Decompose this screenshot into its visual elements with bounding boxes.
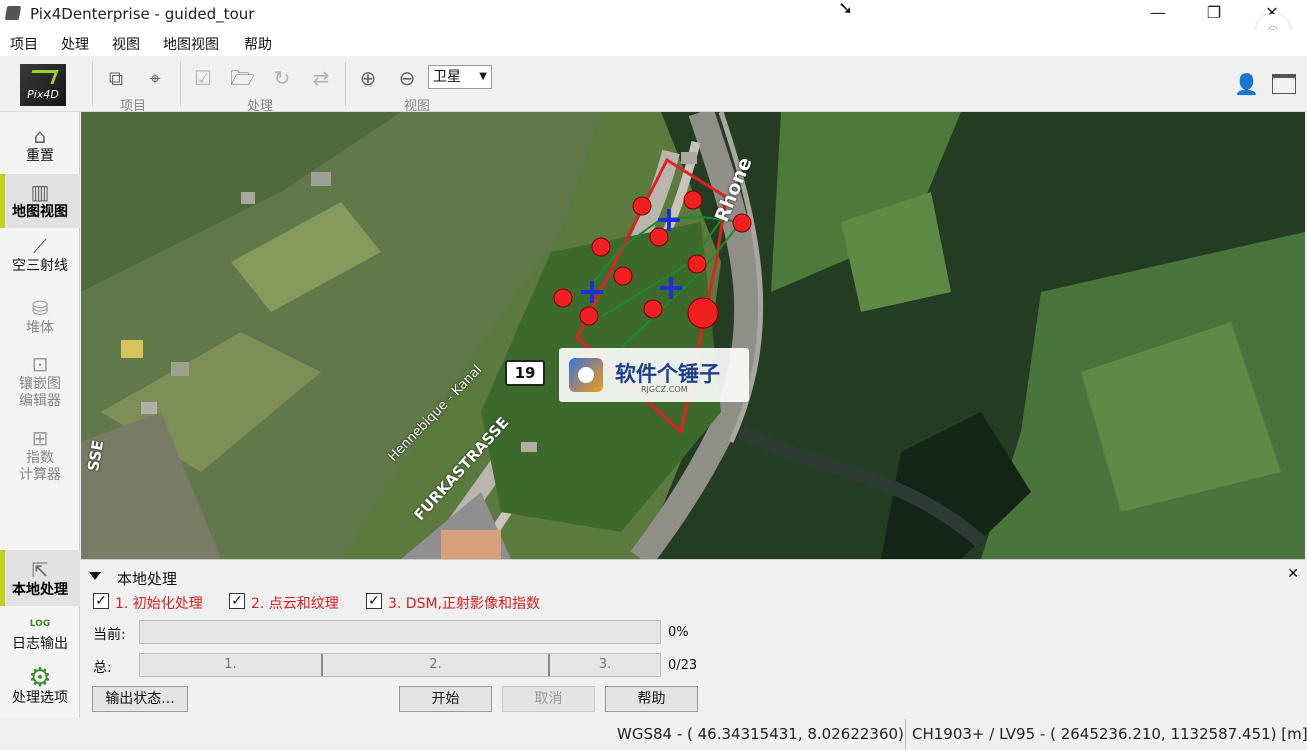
menu-bar: 项目 处理 视图 地图视图 帮助 (0, 30, 1307, 56)
restore-button[interactable]: ❐ (1194, 3, 1234, 22)
sidebar-item-label: 指数 (26, 450, 54, 466)
maximize-panel-icon[interactable] (1272, 74, 1296, 94)
sidebar-item-label: 镶嵌图 (19, 376, 61, 392)
index-calculator-icon: ⊞ (31, 426, 49, 450)
sidebar-item-label: 重置 (26, 148, 54, 164)
total-progress-bar: 1. 2. 3. (139, 653, 661, 677)
menu-process[interactable]: 处理 (61, 34, 89, 54)
pix4d-logo: Pix4D (20, 64, 66, 106)
sidebar-item-label: 日志输出 (12, 636, 68, 652)
sidebar: ⌂ 重置 ▥ 地图视图 ⟋ 空三射线 ⛁ 堆体 ⊡ 镶嵌图 编辑器 ⊞ 指数 计… (0, 112, 80, 750)
output-status-button[interactable]: 输出状态... (92, 686, 188, 712)
step1-label: 1. 初始化处理 (115, 596, 203, 612)
minimize-button[interactable]: — (1138, 3, 1178, 22)
sidebar-item-label: 编辑器 (19, 393, 61, 409)
sidebar-item-label: 堆体 (26, 320, 54, 336)
sidebar-item-label: 地图视图 (12, 204, 68, 220)
reload-icon[interactable]: ↻ (270, 66, 294, 90)
step1-checkbox[interactable]: ✓ (93, 593, 109, 609)
menu-project[interactable]: 项目 (10, 34, 38, 54)
sidebar-item-map-view[interactable]: ▥ 地图视图 (0, 174, 80, 228)
sidebar-item-log-output[interactable]: LOG 日志输出 (0, 612, 80, 653)
active-accent (0, 174, 5, 228)
status-bar: WGS84 - ( 46.34315431, 8.02622360) CH190… (0, 717, 1307, 750)
title-bar: Pix4Denterprise - guided_tour — ❐ ✕ ➘ (0, 0, 1307, 30)
collapse-triangle-icon[interactable] (89, 572, 101, 580)
sidebar-item-label: 计算器 (19, 467, 61, 483)
sidebar-item-label: 空三射线 (12, 258, 68, 274)
total-label: 总: (93, 660, 112, 676)
sidebar-item-volumes[interactable]: ⛁ 堆体 (0, 296, 80, 337)
menu-view[interactable]: 视图 (112, 34, 140, 54)
satellite-map (81, 112, 1305, 559)
app-icon (4, 6, 22, 20)
road-number-sign: 19 (505, 360, 545, 386)
user-account-icon[interactable]: 👤 (1234, 72, 1259, 96)
volume-icon: ⛁ (31, 296, 49, 320)
status-separator (905, 719, 906, 749)
sidebar-item-label: 处理选项 (12, 690, 68, 706)
zoom-out-icon[interactable]: ⊖ (395, 66, 419, 90)
home-icon: ⌂ (33, 124, 47, 148)
watermark: 软件个锤子 RJGCZ.COM (559, 348, 749, 402)
step2-checkbox[interactable]: ✓ (229, 593, 245, 609)
current-progress-bar (139, 620, 661, 644)
logo-mark-icon (27, 70, 59, 84)
mouse-cursor-icon: ➘ (838, 0, 854, 19)
close-icon[interactable]: ✕ (1287, 566, 1299, 582)
sidebar-item-rays[interactable]: ⟋ 空三射线 (0, 234, 80, 275)
total-count: 0/23 (668, 658, 698, 673)
gear-icon: ⚙ (28, 663, 52, 693)
zoom-in-icon[interactable]: ⊕ (356, 66, 380, 90)
lv95-coordinates: CH1903+ / LV95 - ( 2645236.210, 1132587.… (912, 725, 1307, 743)
segment-1: 1. (140, 654, 323, 676)
log-icon: LOG (29, 619, 51, 629)
toolbar-separator (180, 62, 181, 106)
sidebar-item-local-processing[interactable]: ⇱ 本地处理 (0, 550, 80, 606)
basemap-layer-select[interactable]: 卫星 ▼ (428, 65, 492, 89)
current-percent: 0% (668, 625, 689, 640)
watermark-logo-icon (569, 358, 603, 392)
active-accent (0, 550, 5, 606)
sidebar-item-label: 本地处理 (12, 582, 68, 598)
menu-help[interactable]: 帮助 (244, 34, 272, 54)
step3-label: 3. DSM,正射影像和指数 (388, 596, 541, 612)
window-title: Pix4Denterprise - guided_tour (30, 5, 255, 23)
mosaic-editor-icon: ⊡ (31, 352, 49, 376)
cancel-button[interactable]: 取消 (502, 686, 595, 712)
step3-checkbox[interactable]: ✓ (366, 593, 382, 609)
chevron-down-icon: ▼ (479, 71, 487, 82)
sidebar-item-index-calculator[interactable]: ⊞ 指数 计算器 (0, 426, 80, 484)
wgs84-coordinates: WGS84 - ( 46.34315431, 8.02622360) (617, 725, 904, 743)
start-button[interactable]: 开始 (399, 686, 492, 712)
toolbar-separator (345, 62, 346, 106)
sidebar-item-processing-options[interactable]: ⚙ 处理选项 (0, 663, 80, 707)
segment-3: 3. (598, 657, 612, 672)
sidebar-item-reset[interactable]: ⌂ 重置 (0, 124, 80, 165)
sidebar-item-mosaic-editor[interactable]: ⊡ 镶嵌图 编辑器 (0, 352, 80, 410)
segment-2: 2. (323, 654, 550, 676)
open-folder-icon[interactable]: 🗁 (230, 66, 255, 90)
process-check-icon[interactable]: ☑ (191, 66, 215, 90)
watermark-subtitle: RJGCZ.COM (641, 385, 688, 394)
map-view[interactable]: Rhone Hennebique - Kanal FURKASTRASSE SS… (81, 112, 1305, 559)
current-label: 当前: (93, 627, 126, 643)
local-processing-icon: ⇱ (31, 558, 49, 582)
map-icon: ▥ (30, 180, 50, 204)
gcp-target-icon[interactable]: ⌖ (143, 66, 167, 90)
watermark-title: 软件个锤子 (615, 362, 720, 386)
toolbar-separator (92, 62, 93, 106)
panel-title: 本地处理 (117, 570, 178, 588)
menu-map-view[interactable]: 地图视图 (163, 34, 219, 54)
reoptimize-icon[interactable]: ⇄ (309, 66, 333, 90)
layer-select-value: 卫星 (433, 69, 461, 85)
new-project-icon[interactable]: ⧉ (104, 66, 128, 90)
rays-icon: ⟋ (33, 234, 47, 258)
step2-label: 2. 点云和纹理 (251, 596, 339, 612)
logo-text: Pix4D (27, 88, 59, 101)
local-processing-panel: 本地处理 ✕ ✓ 1. 初始化处理 ✓ 2. 点云和纹理 ✓ 3. DSM,正射… (81, 559, 1305, 717)
help-button[interactable]: 帮助 (605, 686, 698, 712)
